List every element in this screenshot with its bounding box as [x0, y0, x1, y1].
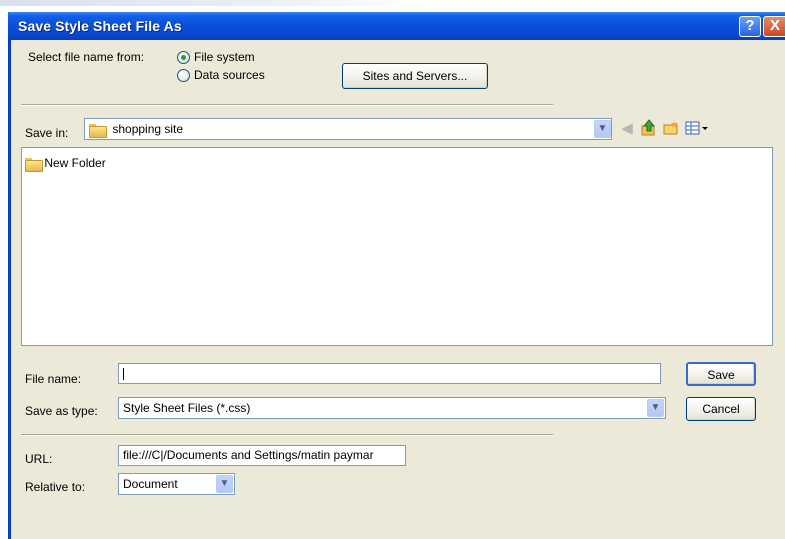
dialog-title: Save Style Sheet File As [18, 18, 182, 34]
save-as-type-dropdown-button[interactable]: ▼ [647, 399, 664, 417]
text-caret [123, 367, 124, 380]
folder-icon [25, 157, 43, 172]
relative-to-dropdown-button[interactable]: ▼ [216, 475, 233, 493]
close-button[interactable]: X [763, 16, 785, 37]
select-from-label: Select file name from: [28, 50, 145, 64]
save-in-label: Save in: [25, 126, 69, 140]
file-name-input[interactable] [118, 363, 661, 384]
save-as-type-label: Save as type: [25, 404, 98, 418]
back-icon[interactable]: ◀ [617, 119, 637, 139]
save-as-type-value: Style Sheet Files (*.css) [123, 401, 251, 415]
relative-to-value: Document [123, 477, 178, 491]
background-strip [0, 0, 785, 12]
help-button[interactable]: ? [739, 16, 761, 37]
up-folder-icon[interactable] [639, 119, 659, 139]
save-dialog: Save Style Sheet File As ? X Select file… [8, 12, 785, 539]
radio-data-sources-control[interactable] [177, 69, 190, 82]
sites-and-servers-button[interactable]: Sites and Servers... [342, 63, 488, 89]
cancel-button[interactable]: Cancel [686, 397, 756, 421]
file-list[interactable]: New Folder [21, 147, 773, 346]
radio-file-system-label[interactable]: File system [194, 50, 255, 64]
save-as-type-select[interactable]: Style Sheet Files (*.css) [118, 397, 666, 419]
background-ghost [0, 0, 420, 6]
url-value: file:///C|/Documents and Settings/matin … [123, 448, 374, 462]
radio-file-system-control[interactable] [177, 51, 190, 64]
url-label: URL: [25, 452, 53, 466]
save-in-value: shopping site [112, 122, 184, 136]
save-in-dropdown-button[interactable]: ▼ [594, 120, 611, 138]
save-in-combobox[interactable]: shopping site [84, 118, 612, 140]
folder-icon [89, 123, 107, 138]
separator [21, 434, 553, 436]
relative-to-label: Relative to: [25, 480, 86, 494]
radio-data-sources-label[interactable]: Data sources [194, 68, 265, 82]
file-name-label: File name: [25, 372, 82, 386]
url-field[interactable]: file:///C|/Documents and Settings/matin … [118, 445, 406, 466]
new-folder-icon[interactable] [661, 119, 681, 139]
separator [21, 104, 553, 106]
list-item-label: New Folder [44, 156, 106, 170]
title-bar[interactable]: Save Style Sheet File As ? X [8, 12, 785, 40]
view-menu-icon[interactable] [683, 119, 713, 139]
save-button[interactable]: Save [686, 362, 756, 386]
radio-selected-dot [181, 55, 186, 60]
list-item[interactable]: New Folder [25, 156, 106, 172]
